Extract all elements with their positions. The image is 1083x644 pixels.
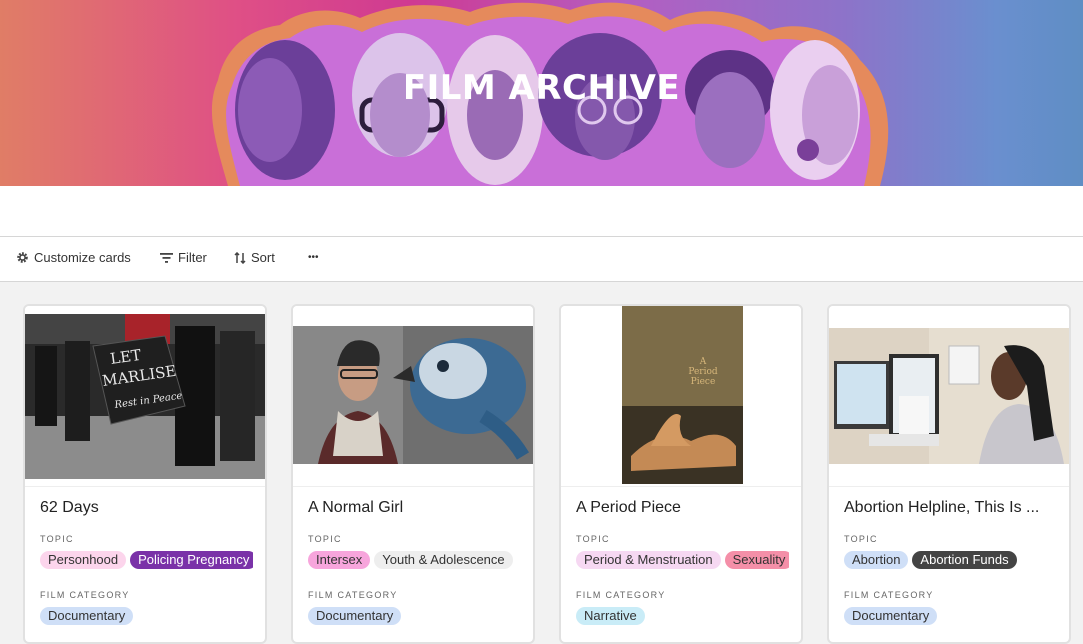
film-category-label: FILM CATEGORY bbox=[40, 590, 130, 600]
category-pill: Documentary bbox=[308, 607, 402, 625]
film-category-label: FILM CATEGORY bbox=[844, 590, 934, 600]
category-pill: Narrative bbox=[576, 607, 645, 625]
sort-button[interactable]: Sort bbox=[234, 250, 275, 265]
page-title: FILM ARCHIVE bbox=[402, 68, 681, 108]
topic-pills: Personhood Policing Pregnancy bbox=[40, 551, 253, 569]
svg-text:Period: Period bbox=[688, 367, 718, 377]
topic-pill: Policing Pregnancy bbox=[130, 551, 253, 569]
topic-label: TOPIC bbox=[40, 534, 74, 544]
topic-pill: Sexuality bbox=[724, 551, 789, 569]
topic-label: TOPIC bbox=[576, 534, 610, 544]
customize-cards-label: Customize cards bbox=[34, 250, 131, 265]
protest-photo: LET MARLISE Rest in Peace bbox=[25, 314, 265, 479]
category-pills: Narrative bbox=[576, 607, 789, 625]
more-options-icon: ••• bbox=[308, 252, 319, 263]
category-pill: Documentary bbox=[844, 607, 938, 625]
film-category-label: FILM CATEGORY bbox=[308, 590, 398, 600]
topic-pill: Personhood bbox=[40, 551, 127, 569]
film-thumbnail bbox=[293, 306, 533, 487]
topic-pills: Period & Menstruation Sexuality bbox=[576, 551, 789, 569]
film-card[interactable]: LET MARLISE Rest in Peace 62 Days TOPIC … bbox=[23, 304, 267, 644]
card-gallery: LET MARLISE Rest in Peace 62 Days TOPIC … bbox=[0, 282, 1083, 644]
filter-button[interactable]: Filter bbox=[160, 250, 207, 265]
topic-pill: Period & Menstruation bbox=[576, 551, 721, 569]
more-options-button[interactable]: ••• bbox=[308, 252, 319, 263]
filter-icon bbox=[160, 252, 173, 263]
film-card[interactable]: Abortion Helpline, This Is ... TOPIC Abo… bbox=[827, 304, 1071, 644]
film-thumbnail bbox=[829, 306, 1069, 487]
film-category-label: FILM CATEGORY bbox=[576, 590, 666, 600]
film-title: Abortion Helpline, This Is ... bbox=[844, 499, 1040, 516]
movie-poster: A Period Piece bbox=[622, 306, 743, 484]
topic-pill: Youth & Adolescence bbox=[374, 551, 513, 569]
category-pills: Documentary bbox=[844, 607, 1057, 625]
topic-pill: Abortion bbox=[844, 551, 909, 569]
film-thumbnail: A Period Piece bbox=[561, 306, 801, 487]
sort-label: Sort bbox=[251, 250, 275, 265]
topic-pills: Abortion Abortion Funds bbox=[844, 551, 1057, 569]
topic-label: TOPIC bbox=[308, 534, 342, 544]
header-banner: FILM ARCHIVE bbox=[0, 0, 1083, 186]
helpline-photo bbox=[829, 328, 1069, 464]
view-header-area bbox=[0, 186, 1083, 237]
film-card[interactable]: A Period Piece A Period Piece TOPIC Peri… bbox=[559, 304, 803, 644]
svg-text:Piece: Piece bbox=[691, 377, 716, 387]
film-title: 62 Days bbox=[40, 499, 99, 516]
film-card[interactable]: A Normal Girl TOPIC Intersex Youth & Adol… bbox=[291, 304, 535, 644]
film-thumbnail: LET MARLISE Rest in Peace bbox=[25, 306, 265, 487]
toolbar: Customize cards Filter Sort ••• bbox=[0, 237, 1083, 282]
gear-icon bbox=[17, 252, 28, 263]
topic-pill: Abortion Funds bbox=[912, 551, 1017, 569]
sort-icon bbox=[234, 251, 246, 264]
category-pills: Documentary bbox=[308, 607, 521, 625]
topic-label: TOPIC bbox=[844, 534, 878, 544]
category-pill: Documentary bbox=[40, 607, 134, 625]
film-title: A Normal Girl bbox=[308, 499, 404, 516]
customize-cards-button[interactable]: Customize cards bbox=[16, 250, 131, 265]
filter-label: Filter bbox=[178, 250, 207, 265]
topic-pills: Intersex Youth & Adolescence bbox=[308, 551, 521, 569]
topic-pill: Intersex bbox=[308, 551, 371, 569]
mural-portrait-photo bbox=[293, 326, 533, 464]
svg-text:A: A bbox=[699, 357, 707, 367]
film-title: A Period Piece bbox=[576, 499, 681, 516]
category-pills: Documentary bbox=[40, 607, 253, 625]
